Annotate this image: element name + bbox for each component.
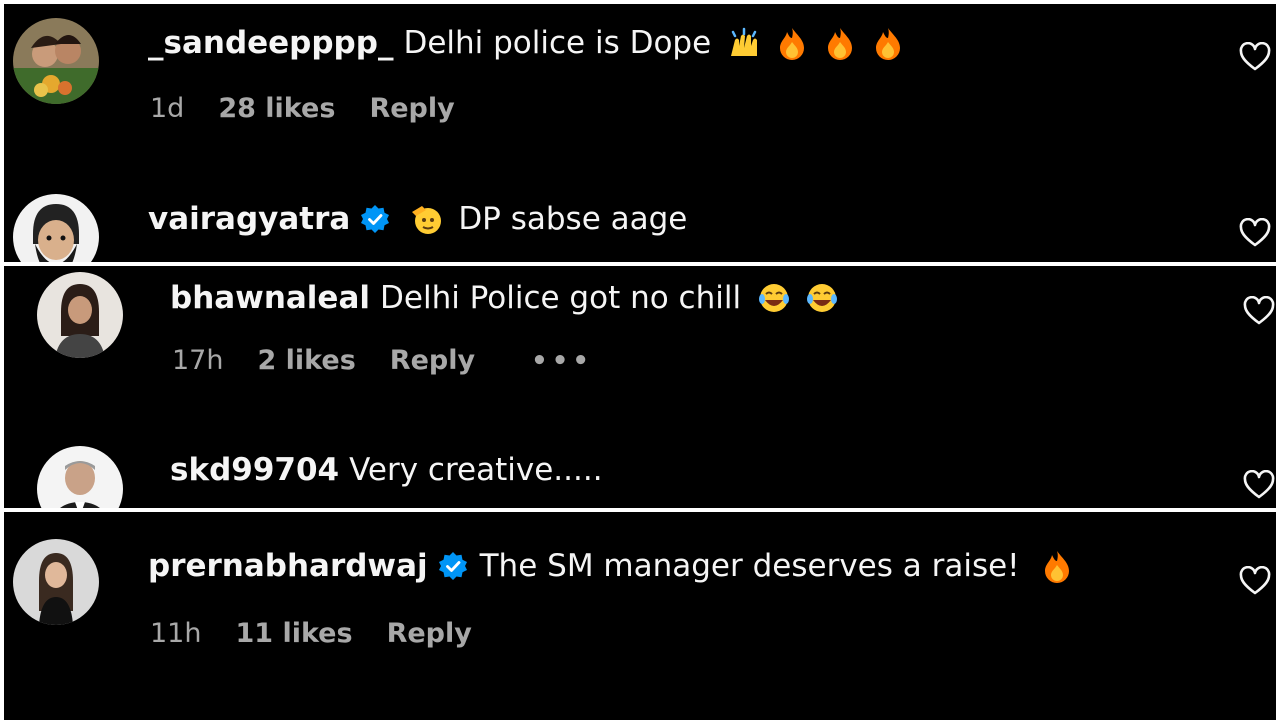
heart-outline-icon[interactable]	[1242, 296, 1276, 326]
comment-text: Delhi police is Dope	[403, 25, 712, 61]
comment-body: _sandeepppp_ Delhi police is Dope	[148, 23, 905, 63]
likes-count[interactable]: 11 likes	[235, 617, 352, 651]
comment-body: vairagyatra DP sabse aage	[148, 199, 687, 239]
comment-meta: 11h 11 likes Reply	[150, 617, 472, 651]
fire-icon	[823, 26, 857, 60]
likes-count[interactable]: 28 likes	[218, 92, 335, 126]
timestamp: 17h	[172, 345, 224, 376]
username[interactable]: vairagyatra	[148, 199, 350, 239]
comment-body: bhawnaleal Delhi Police got no chill	[170, 278, 839, 318]
fire-icon	[775, 26, 809, 60]
fire-icon	[871, 26, 905, 60]
comment-meta: 17h 2 likes Reply •••	[172, 344, 593, 378]
comment-item: skd99704 Very creative.....	[4, 436, 1276, 508]
comment-body: prernabhardwaj The SM manager deserves a…	[148, 546, 1074, 586]
heart-outline-icon[interactable]	[1238, 42, 1272, 72]
fire-icon	[1040, 549, 1074, 583]
heart-outline-icon[interactable]	[1238, 566, 1272, 596]
reply-button[interactable]: Reply	[390, 344, 475, 378]
username[interactable]: bhawnaleal	[170, 278, 370, 318]
avatar[interactable]	[37, 446, 123, 508]
comment-body: skd99704 Very creative.....	[170, 450, 603, 490]
comment-item: _sandeepppp_ Delhi police is Dope 1d 28 …	[4, 4, 1276, 124]
laughing-tears-icon	[805, 281, 839, 315]
timestamp: 1d	[150, 93, 185, 124]
comment-item: prernabhardwaj The SM manager deserves a…	[4, 512, 1276, 649]
comment-meta: 1d 28 likes Reply	[150, 92, 455, 126]
saluting-face-icon	[410, 202, 444, 236]
comment-text: Very creative.....	[349, 452, 603, 488]
heart-outline-icon[interactable]	[1238, 218, 1272, 248]
comment-text: The SM manager deserves a raise!	[479, 548, 1020, 584]
laughing-tears-icon	[757, 281, 791, 315]
raising-hands-icon	[727, 26, 761, 60]
verified-badge-icon	[438, 551, 468, 581]
comment-panel-2: bhawnaleal Delhi Police got no chill 17h…	[4, 266, 1276, 508]
reply-button[interactable]: Reply	[387, 617, 472, 651]
comment-panel-1: _sandeepppp_ Delhi police is Dope 1d 28 …	[4, 4, 1276, 262]
comment-text: Delhi Police got no chill	[380, 280, 742, 316]
avatar[interactable]	[13, 18, 99, 104]
avatar[interactable]	[13, 539, 99, 625]
likes-count[interactable]: 2 likes	[257, 344, 355, 378]
avatar[interactable]	[13, 194, 99, 262]
heart-outline-icon[interactable]	[1242, 470, 1276, 500]
username[interactable]: _sandeepppp_	[148, 23, 393, 63]
reply-button[interactable]: Reply	[369, 92, 454, 126]
comment-text: DP sabse aage	[458, 201, 688, 237]
username[interactable]: skd99704	[170, 450, 339, 490]
timestamp: 11h	[150, 618, 202, 649]
username[interactable]: prernabhardwaj	[148, 546, 428, 586]
more-options-icon[interactable]: •••	[531, 344, 593, 378]
verified-badge-icon	[360, 204, 390, 234]
comment-panel-3: prernabhardwaj The SM manager deserves a…	[4, 512, 1276, 720]
avatar[interactable]	[37, 272, 123, 358]
comment-item: vairagyatra DP sabse aage	[4, 184, 1276, 262]
comment-item: bhawnaleal Delhi Police got no chill 17h…	[4, 266, 1276, 386]
